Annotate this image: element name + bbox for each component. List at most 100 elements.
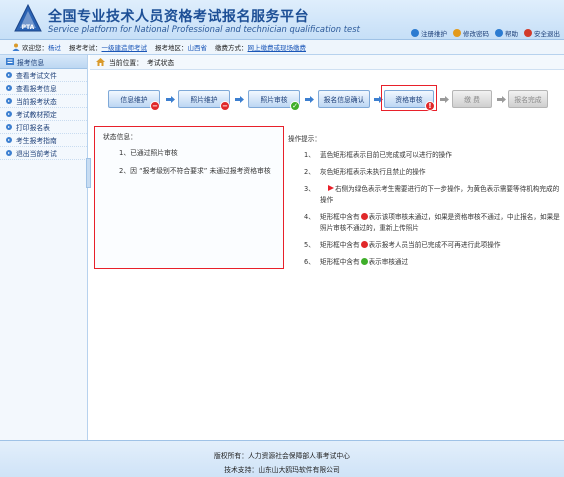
- arrow-bullet-icon: [6, 111, 12, 117]
- site-footer: 版权所有：人力资源社会保障部人事考试中心 技术支持：山东山大鸥玛软件有限公司: [0, 440, 564, 477]
- help-label: 帮助: [505, 30, 518, 38]
- exit-icon: [524, 29, 532, 37]
- tip-text: 灰色矩形框表示未执行且禁止的操作: [320, 168, 426, 176]
- site-header: PTA 全国专业技术人员资格考试报名服务平台 Service platform …: [0, 0, 564, 40]
- tip-number: 6、: [304, 258, 315, 266]
- arrow-right-icon: [305, 96, 314, 103]
- sidebar-item-view-info[interactable]: 查看报考信息: [0, 82, 87, 95]
- exam-value-link[interactable]: 一级建造师考试: [102, 42, 148, 52]
- sidebar-header-label: 报考信息: [17, 58, 45, 67]
- register-link[interactable]: 注册维护: [411, 28, 447, 38]
- logout-link[interactable]: 安全退出: [524, 28, 560, 38]
- copyright-text: 版权所有：人力资源社会保障部人事考试中心: [214, 452, 350, 460]
- sidebar-item-label: 查看考试文件: [16, 72, 57, 80]
- tips-title: 操作提示：: [288, 135, 321, 143]
- tip-item: 1、 蓝色矩形框表示目前已完成或可以进行的操作: [288, 150, 560, 161]
- tip-number: 4、: [304, 213, 315, 221]
- step-label: 缴 费: [464, 96, 480, 104]
- fee-value-link[interactable]: 网上缴费或现场缴费: [248, 42, 307, 52]
- arrow-bullet-icon: [6, 72, 12, 78]
- red-arrow-icon: [328, 185, 334, 191]
- fail-badge-icon: [360, 213, 368, 220]
- step-label: 报名完成: [514, 96, 542, 104]
- list-icon: [6, 58, 14, 65]
- sidebar-item-exit-exam[interactable]: 退出当前考试: [0, 147, 87, 160]
- status-line: 1、已通过照片审核: [119, 149, 178, 157]
- change-password-label: 修改密码: [463, 30, 489, 38]
- arrow-right-icon: [440, 96, 449, 103]
- key-icon: [453, 29, 461, 37]
- step-label: 照片审核: [260, 96, 288, 104]
- region-label: 报考地区：: [155, 44, 188, 52]
- register-link-label: 注册维护: [421, 30, 447, 38]
- step-payment: 缴 费: [452, 90, 492, 108]
- tip-item: 3、 右侧为绿色表示考生需要进行的下一步操作，为黄色表示需要等待机构完成的操作: [288, 184, 560, 206]
- tip-item: 2、 灰色矩形框表示未执行且禁止的操作: [288, 167, 560, 178]
- tip-number: 3、: [304, 185, 315, 193]
- logout-label: 安全退出: [534, 30, 560, 38]
- sidebar-item-label: 退出当前考试: [16, 150, 57, 158]
- minus-badge-icon: [360, 241, 368, 248]
- svg-text:PTA: PTA: [22, 24, 35, 31]
- tip-number: 1、: [304, 151, 315, 159]
- tip-text: 矩形框中含有: [320, 213, 360, 221]
- tip-text-wrap: 矩形框中含有 表示审核通过: [304, 257, 560, 268]
- step-label: 信息维护: [120, 96, 148, 104]
- exam-label: 报考考试：: [69, 44, 102, 52]
- tip-text: 表示报考人员当前已完成不可再进行此项操作: [368, 241, 501, 249]
- tip-text: 矩形框中含有: [320, 258, 360, 266]
- tip-text-wrap: 右侧为绿色表示考生需要进行的下一步操作，为黄色表示需要等待机构完成的操作: [304, 184, 560, 206]
- site-title: 全国专业技术人员资格考试报名服务平台: [48, 9, 309, 25]
- register-icon: [411, 29, 419, 37]
- header-links: 注册维护 修改密码 帮助 安全退出: [411, 28, 560, 38]
- sidebar-item-current-status[interactable]: 当前报考状态: [0, 95, 87, 108]
- tip-text-wrap: 矩形框中含有 表示该项审核未通过，如果是资格审核不通过，中止报名，如果是照片审核不…: [304, 212, 560, 234]
- sidebar-item-label: 打印报名表: [16, 124, 50, 132]
- status-info-panel: 状态信息： 1、已通过照片审核 2、因 “报考级别不符合要求” 未通过报考资格审…: [94, 126, 284, 269]
- arrow-bullet-icon: [6, 137, 12, 143]
- arrow-right-icon: [166, 96, 175, 103]
- sidebar-item-print-form[interactable]: 打印报名表: [0, 121, 87, 134]
- tip-number: 5、: [304, 241, 315, 249]
- sidebar-item-guide[interactable]: 考生报考指南: [0, 134, 87, 147]
- sidebar: 报考信息 查看考试文件 查看报考信息 当前报考状态 考试教材预定 打印报名表 考…: [0, 55, 88, 440]
- arrow-right-icon: [497, 96, 506, 103]
- home-icon: [96, 58, 105, 66]
- arrow-right-icon: [235, 96, 244, 103]
- step-label: 照片维护: [190, 96, 218, 104]
- step-info-confirm[interactable]: 报名信息确认: [318, 90, 370, 108]
- breadcrumb-current: 考试状态: [146, 59, 175, 67]
- status-line: 2、因 “报考级别不符合要求” 未通过报考资格审核: [119, 167, 271, 175]
- help-icon: [495, 29, 503, 37]
- change-password-link[interactable]: 修改密码: [453, 28, 489, 38]
- tip-text: 右侧为绿色表示考生需要进行的下一步操作，为黄色表示需要等待机构完成的操作: [320, 185, 560, 204]
- main-content: 当前位置： 考试状态 信息维护 − 照片维护 − 照片审核 ✓ 报名信息确认 资…: [90, 55, 564, 440]
- arrow-bullet-icon: [6, 98, 12, 104]
- fail-badge-icon: −: [150, 101, 160, 111]
- sidebar-item-exam-files[interactable]: 查看考试文件: [0, 69, 87, 82]
- pta-logo: PTA: [14, 4, 42, 32]
- arrow-bullet-icon: [6, 124, 12, 130]
- user-icon: [12, 43, 20, 51]
- warning-exclaim-icon: !: [425, 101, 435, 111]
- arrow-bullet-icon: [6, 85, 12, 91]
- sidebar-item-label: 查看报考信息: [16, 85, 57, 93]
- pass-check-icon: [360, 258, 368, 265]
- site-subtitle: Service platform for National Profession…: [48, 24, 360, 34]
- user-name: 杨过: [48, 44, 61, 52]
- user-info-bar: 欢迎您： 杨过 报考考试： 一级建造师考试 报考地区： 山西省 缴费方式： 网上…: [0, 40, 564, 55]
- tip-number: 2、: [304, 168, 315, 176]
- help-link[interactable]: 帮助: [495, 28, 518, 38]
- sidebar-item-textbook[interactable]: 考试教材预定: [0, 108, 87, 121]
- tip-text-wrap: 矩形框中含有 表示报考人员当前已完成不可再进行此项操作: [304, 240, 560, 251]
- status-title: 状态信息：: [103, 133, 137, 141]
- arrow-bullet-icon: [6, 150, 12, 156]
- welcome-label: 欢迎您：: [22, 44, 48, 52]
- sidebar-item-label: 当前报考状态: [16, 98, 57, 106]
- region-value: 山西省: [187, 44, 208, 52]
- tip-text: 蓝色矩形框表示目前已完成或可以进行的操作: [320, 151, 452, 159]
- step-label: 资格审核: [395, 96, 423, 104]
- tip-item: 6、 矩形框中含有 表示审核通过: [288, 257, 560, 268]
- tech-support-text: 技术支持：山东山大鸥玛软件有限公司: [224, 466, 340, 474]
- sidebar-header: 报考信息: [0, 55, 87, 69]
